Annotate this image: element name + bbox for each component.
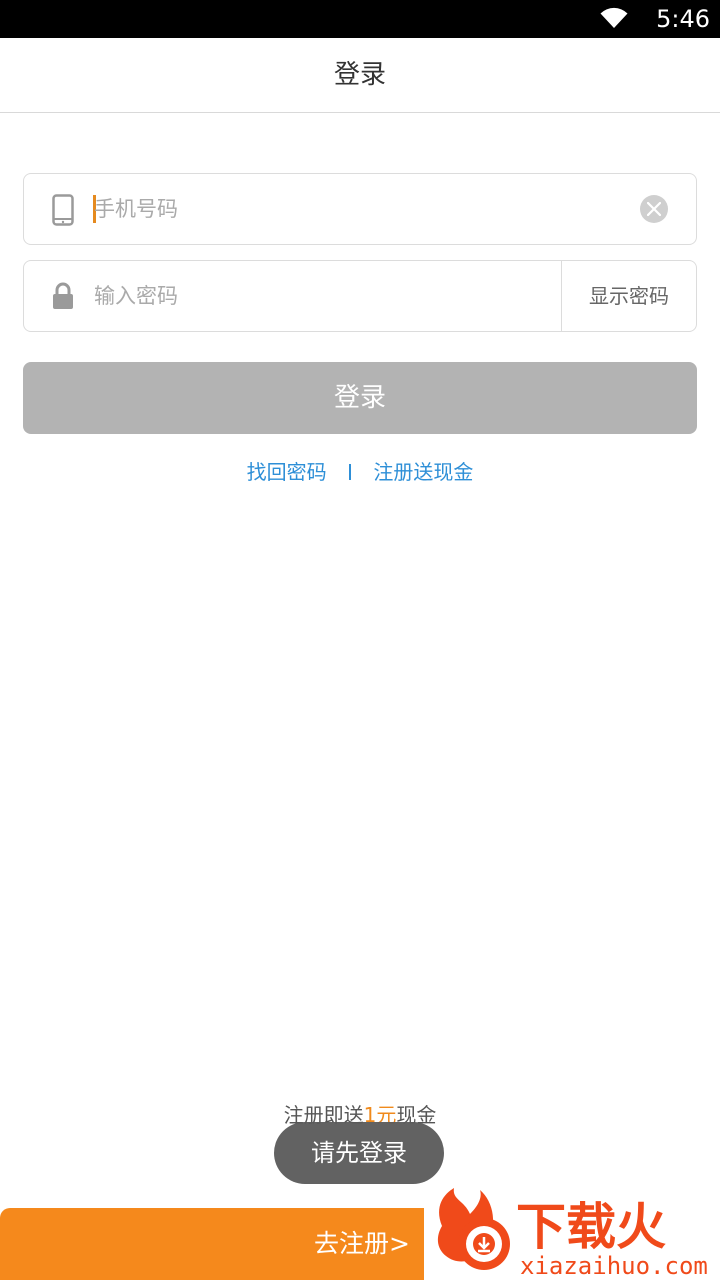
password-field[interactable]: 输入密码 显示密码 [23, 260, 697, 332]
lock-icon [53, 282, 73, 309]
watermark-site: xiazaihuo.com [520, 1252, 708, 1280]
login-screen: 5:46 登录 手机号码 输入密码 显示密码 登录 找回密码 注册送现金 注册即… [0, 0, 720, 1280]
status-time: 5:46 [656, 5, 710, 33]
account-links: 找回密码 注册送现金 [0, 455, 720, 489]
wifi-icon [600, 7, 628, 28]
go-register-button[interactable]: 去注册> [314, 1208, 410, 1280]
watermark-logo-icon: 下载火 xiazaihuo.com [437, 1188, 708, 1280]
page-title: 登录 [333, 60, 386, 90]
password-input-placeholder: 输入密码 [94, 284, 178, 308]
forgot-password-link[interactable]: 找回密码 [247, 460, 327, 484]
link-separator [349, 464, 351, 480]
phone-icon [52, 194, 74, 226]
toast-message: 请先登录 [274, 1122, 444, 1184]
phone-input-placeholder: 手机号码 [94, 197, 178, 221]
clear-icon [647, 202, 661, 216]
watermark-logo-text: 下载火 [516, 1199, 666, 1255]
show-password-button[interactable]: 显示密码 [561, 261, 696, 331]
status-bar: 5:46 [0, 0, 720, 38]
login-button[interactable]: 登录 [23, 362, 697, 434]
watermark: 下载火 xiazaihuo.com [424, 1186, 720, 1280]
title-bar: 登录 [0, 38, 720, 113]
clear-phone-button[interactable] [640, 195, 668, 223]
phone-field[interactable]: 手机号码 [23, 173, 697, 245]
register-cash-link[interactable]: 注册送现金 [373, 460, 473, 484]
